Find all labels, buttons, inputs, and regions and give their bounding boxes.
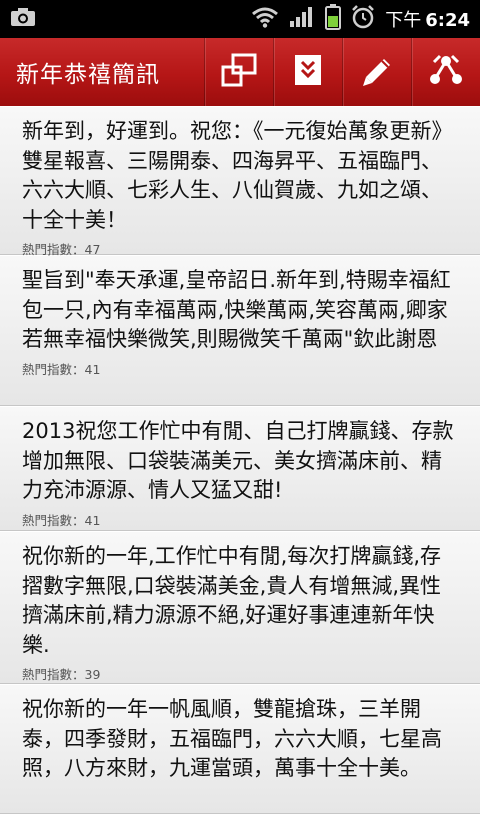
alarm-icon bbox=[351, 5, 375, 33]
message-text: 2013祝您工作忙中有閒、自己打牌贏錢、存款增加無限、口袋裝滿美元、美女擠滿床前… bbox=[22, 419, 454, 502]
time-value: 6:24 bbox=[425, 10, 470, 31]
message-text: 聖旨到"奉天承運,皇帝詔日.新年到,特賜幸福紅包一只,內有幸福萬兩,快樂萬兩,笑… bbox=[22, 268, 451, 351]
edit-icon bbox=[358, 51, 396, 93]
popularity-index: 熱門指數：41 bbox=[22, 512, 101, 528]
wifi-icon bbox=[251, 6, 279, 32]
list-item[interactable]: 祝你新的一年,工作忙中有閒,每次打牌贏錢,存摺數字無限,口袋裝滿美金,貴人有增無… bbox=[0, 531, 480, 684]
app-title: 新年恭禧簡訊 bbox=[16, 62, 160, 88]
edit-button[interactable] bbox=[342, 38, 411, 106]
share-icon bbox=[428, 52, 464, 92]
download-button[interactable] bbox=[273, 38, 342, 106]
action-bar: 新年恭禧簡訊 bbox=[0, 38, 480, 106]
camera-icon bbox=[10, 7, 36, 31]
switch-window-icon bbox=[221, 53, 257, 91]
time-prefix: 下午 bbox=[385, 10, 422, 31]
status-bar: 下午 6:24 bbox=[0, 0, 480, 38]
signal-icon bbox=[289, 6, 315, 32]
message-text: 祝你新的一年,工作忙中有閒,每次打牌贏錢,存摺數字無限,口袋裝滿美金,貴人有增無… bbox=[22, 544, 442, 657]
clock: 下午 6:24 bbox=[385, 6, 470, 32]
share-button[interactable] bbox=[411, 38, 480, 106]
popularity-index: 熱門指數：39 bbox=[22, 667, 101, 682]
message-list: 新年到，好運到。祝您：《一元復始萬象更新》雙星報喜、三陽開泰、四海昇平、五福臨門… bbox=[0, 106, 480, 814]
list-item[interactable]: 2013祝您工作忙中有閒、自己打牌贏錢、存款增加無限、口袋裝滿美元、美女擠滿床前… bbox=[0, 406, 480, 531]
list-item[interactable]: 新年到，好運到。祝您：《一元復始萬象更新》雙星報喜、三陽開泰、四海昇平、五福臨門… bbox=[0, 106, 480, 257]
message-text: 祝你新的一年一帆風順，雙龍搶珠，三羊開泰，四季發財，五福臨門，六六大順，七星高照… bbox=[22, 697, 442, 780]
list-item[interactable]: 祝你新的一年一帆風順，雙龍搶珠，三羊開泰，四季發財，五福臨門，六六大順，七星高照… bbox=[0, 684, 480, 814]
popularity-index: 熱門指數：41 bbox=[22, 361, 101, 377]
message-text: 新年到，好運到。祝您：《一元復始萬象更新》雙星報喜、三陽開泰、四海昇平、五福臨門… bbox=[22, 119, 453, 232]
switch-window-button[interactable] bbox=[204, 38, 273, 106]
download-icon bbox=[293, 53, 323, 91]
list-item[interactable]: 聖旨到"奉天承運,皇帝詔日.新年到,特賜幸福紅包一只,內有幸福萬兩,快樂萬兩,笑… bbox=[0, 255, 480, 406]
battery-icon bbox=[325, 4, 342, 34]
